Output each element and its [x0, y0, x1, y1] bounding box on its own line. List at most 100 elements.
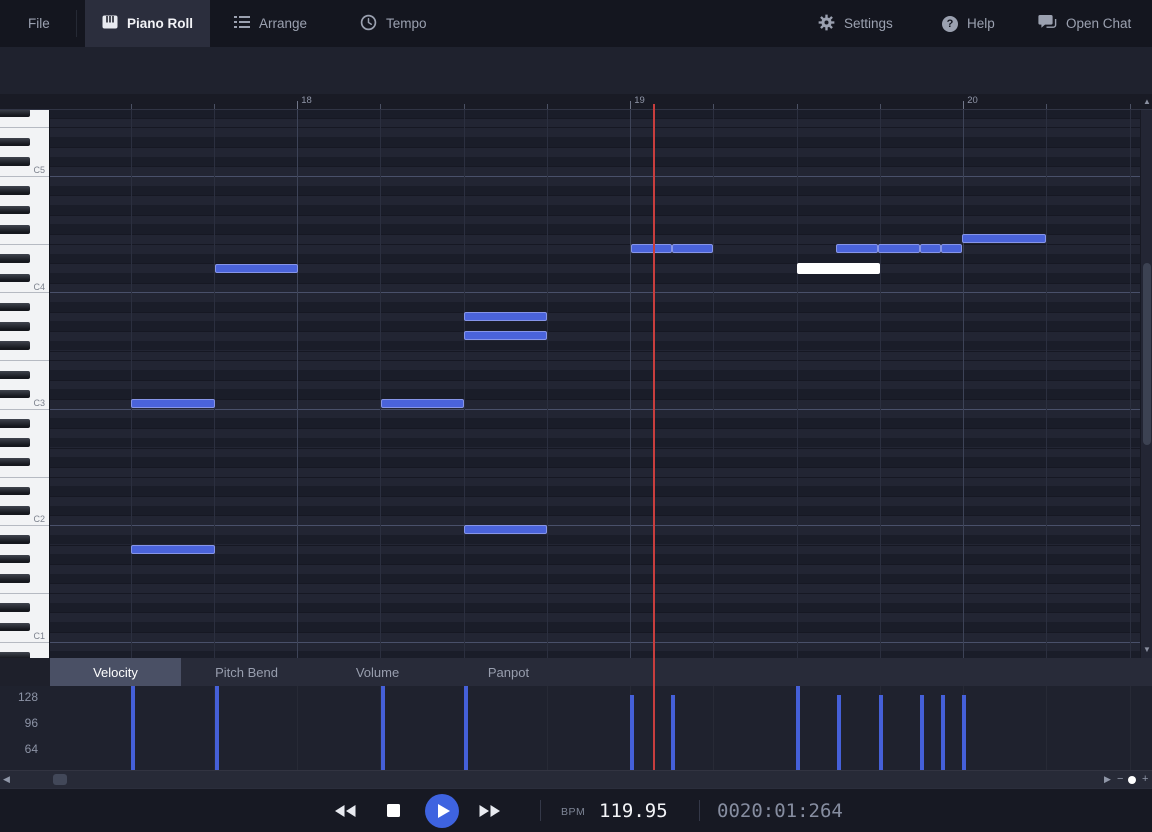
horizontal-scrollbar-thumb[interactable] [53, 774, 67, 785]
scroll-left-icon[interactable]: ◀ [3, 771, 10, 789]
black-key[interactable] [0, 254, 30, 263]
black-key[interactable] [0, 322, 30, 331]
file-menu[interactable]: File [16, 0, 62, 47]
midi-note[interactable] [215, 264, 298, 273]
black-key[interactable] [0, 225, 30, 234]
zoom-slider-knob[interactable] [1128, 776, 1136, 784]
velocity-bar[interactable] [837, 695, 841, 770]
control-tab-velocity[interactable]: Velocity [50, 658, 181, 686]
velocity-bar[interactable] [464, 686, 468, 770]
velocity-bar[interactable] [630, 695, 634, 770]
midi-note[interactable] [920, 244, 941, 253]
black-key[interactable] [0, 274, 30, 283]
ruler-bar-number: 19 [634, 95, 645, 106]
grid-bar-line [963, 110, 964, 658]
piano-keyboard[interactable]: C5C4C3C2C1 [0, 110, 50, 658]
velocity-bar[interactable] [131, 686, 135, 770]
help-icon: ? [942, 16, 958, 32]
grid-beat-line [713, 110, 714, 658]
grid-beat-line [797, 110, 798, 658]
black-key[interactable] [0, 603, 30, 612]
measure-ruler[interactable]: 181920 [0, 94, 1152, 110]
scroll-right-icon[interactable]: ▶ [1104, 771, 1111, 789]
midi-note[interactable] [381, 399, 464, 408]
velocity-bar[interactable] [215, 686, 219, 770]
black-key[interactable] [0, 371, 30, 380]
midi-note[interactable] [878, 244, 920, 253]
play-button[interactable] [425, 794, 459, 828]
help-label: Help [967, 16, 995, 31]
stop-button[interactable] [387, 804, 400, 817]
scroll-up-icon[interactable]: ▲ [1143, 98, 1151, 106]
white-key-separator [0, 176, 50, 177]
scroll-down-icon[interactable]: ▼ [1143, 646, 1151, 654]
midi-note[interactable] [836, 244, 878, 253]
velocity-beat-line [1046, 686, 1047, 770]
midi-note[interactable] [464, 312, 547, 321]
velocity-beat-line [713, 686, 714, 770]
zoom-in-icon[interactable]: + [1142, 771, 1148, 789]
midi-note[interactable] [131, 399, 215, 408]
black-key[interactable] [0, 186, 30, 195]
midi-note[interactable] [941, 244, 962, 253]
open-chat-button[interactable]: Open Chat [1028, 0, 1141, 47]
midi-note[interactable] [464, 525, 547, 534]
vertical-scrollbar[interactable] [1140, 110, 1152, 658]
midi-note[interactable] [464, 331, 547, 340]
tab-arrange[interactable]: Arrange [222, 0, 319, 47]
vertical-scrollbar-thumb[interactable] [1143, 263, 1151, 445]
white-key-separator [0, 244, 50, 245]
black-key[interactable] [0, 555, 30, 564]
black-key[interactable] [0, 623, 30, 632]
playhead-line [653, 104, 655, 770]
control-tab-panpot[interactable]: Panpot [443, 658, 574, 686]
transport-divider [699, 800, 700, 821]
note-grid[interactable] [50, 110, 1140, 658]
black-key[interactable] [0, 506, 30, 515]
black-key[interactable] [0, 390, 30, 399]
midi-note-selected[interactable] [797, 263, 880, 274]
help-button[interactable]: ? Help [932, 0, 1005, 47]
black-key[interactable] [0, 574, 30, 583]
midi-note[interactable] [631, 244, 672, 253]
control-tab-pitch-bend[interactable]: Pitch Bend [181, 658, 312, 686]
zoom-out-icon[interactable]: − [1117, 771, 1123, 789]
control-tab-volume[interactable]: Volume [312, 658, 443, 686]
tab-tempo[interactable]: Tempo [348, 0, 439, 47]
midi-note[interactable] [131, 545, 215, 554]
rewind-button[interactable] [334, 804, 356, 818]
black-key[interactable] [0, 206, 30, 215]
velocity-bar[interactable] [941, 695, 945, 770]
midi-note[interactable] [962, 234, 1046, 243]
black-key[interactable] [0, 438, 30, 447]
velocity-bar[interactable] [671, 695, 675, 770]
black-key[interactable] [0, 458, 30, 467]
ruler-bar-tick [297, 101, 298, 109]
white-key-separator [0, 360, 50, 361]
black-key[interactable] [0, 487, 30, 496]
chat-icon [1038, 14, 1057, 33]
black-key[interactable] [0, 157, 30, 166]
tab-piano-roll[interactable]: Piano Roll [85, 0, 210, 47]
velocity-bar[interactable] [879, 695, 883, 770]
velocity-bar[interactable] [381, 686, 385, 770]
black-key[interactable] [0, 110, 30, 117]
black-key[interactable] [0, 419, 30, 428]
black-key[interactable] [0, 303, 30, 312]
horizontal-scrollbar[interactable]: ◀ ▶ − + [0, 770, 1152, 788]
settings-button[interactable]: Settings [808, 0, 903, 47]
fast-forward-button[interactable] [479, 804, 501, 818]
velocity-bar-selected[interactable] [796, 686, 800, 770]
velocity-pane[interactable]: 128966432 [0, 686, 1152, 770]
velocity-bar[interactable] [962, 695, 966, 770]
black-key[interactable] [0, 341, 30, 350]
velocity-bar[interactable] [920, 695, 924, 770]
bpm-value[interactable]: 119.95 [599, 800, 668, 822]
black-key[interactable] [0, 138, 30, 147]
midi-note[interactable] [672, 244, 713, 253]
black-key[interactable] [0, 535, 30, 544]
header-divider [76, 10, 77, 37]
octave-label: C3 [33, 399, 45, 409]
tab-piano-roll-label: Piano Roll [127, 16, 193, 31]
grid-bar-line [297, 110, 298, 658]
